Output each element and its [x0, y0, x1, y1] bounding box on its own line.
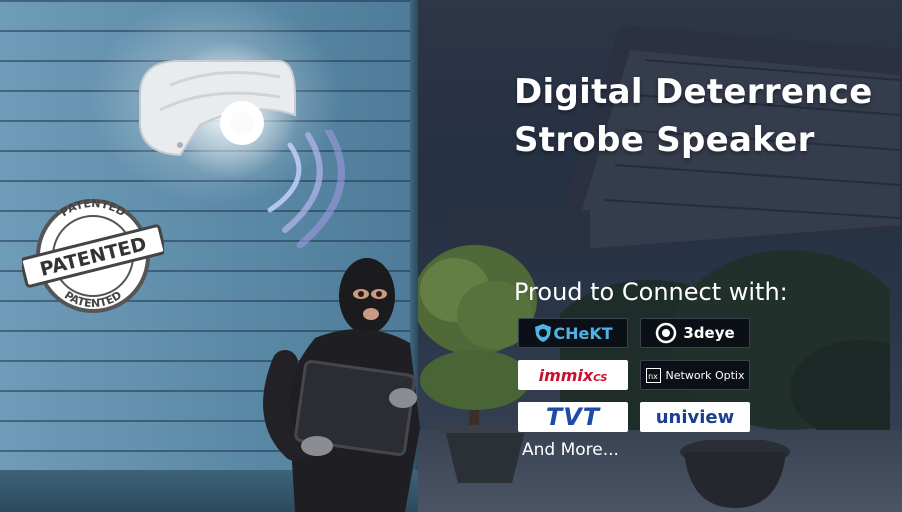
burglar-illustration	[263, 258, 420, 512]
headline-line-2: Strobe Speaker	[514, 120, 815, 160]
logo-immix-text: immixCS	[539, 366, 608, 385]
sound-wave-icon	[267, 130, 345, 249]
logo-3deye: 3deye	[640, 318, 750, 348]
headline-line-1: Digital Deterrence	[514, 72, 873, 112]
logo-network-optix: nx Network Optix	[640, 360, 750, 390]
and-more-text: And More...	[522, 440, 619, 460]
nx-box-icon: nx	[645, 367, 661, 383]
logo-immix: immixCS	[518, 360, 628, 390]
logo-3deye-text: 3deye	[683, 324, 735, 342]
logo-tvt-text: TVT	[545, 403, 601, 431]
plant-pot-illustration	[440, 425, 530, 483]
logo-network-optix-text: Network Optix	[665, 368, 745, 382]
headline: Digital Deterrence Strobe Speaker	[514, 68, 873, 164]
logo-uniview: uniview	[640, 402, 750, 432]
chekt-shield-icon	[535, 324, 552, 342]
logo-tvt: TVT	[518, 402, 628, 432]
patented-stamp-icon: PATENTED PATENTED PATENTED	[22, 198, 164, 313]
logo-chekt-text: CHeKT	[553, 323, 613, 343]
logo-immix-suffix: CS	[593, 372, 608, 384]
plant-pot-illustration-right	[680, 440, 790, 508]
logo-uniview-text: uniview	[655, 406, 735, 428]
partners-heading: Proud to Connect with:	[514, 278, 788, 306]
logo-chekt: CHeKT	[518, 318, 628, 348]
logo-immix-word: immix	[538, 365, 594, 385]
banner: PATENTED PATENTED PATENTED Digital Deter…	[0, 0, 902, 512]
3deye-ring-icon	[656, 322, 677, 344]
